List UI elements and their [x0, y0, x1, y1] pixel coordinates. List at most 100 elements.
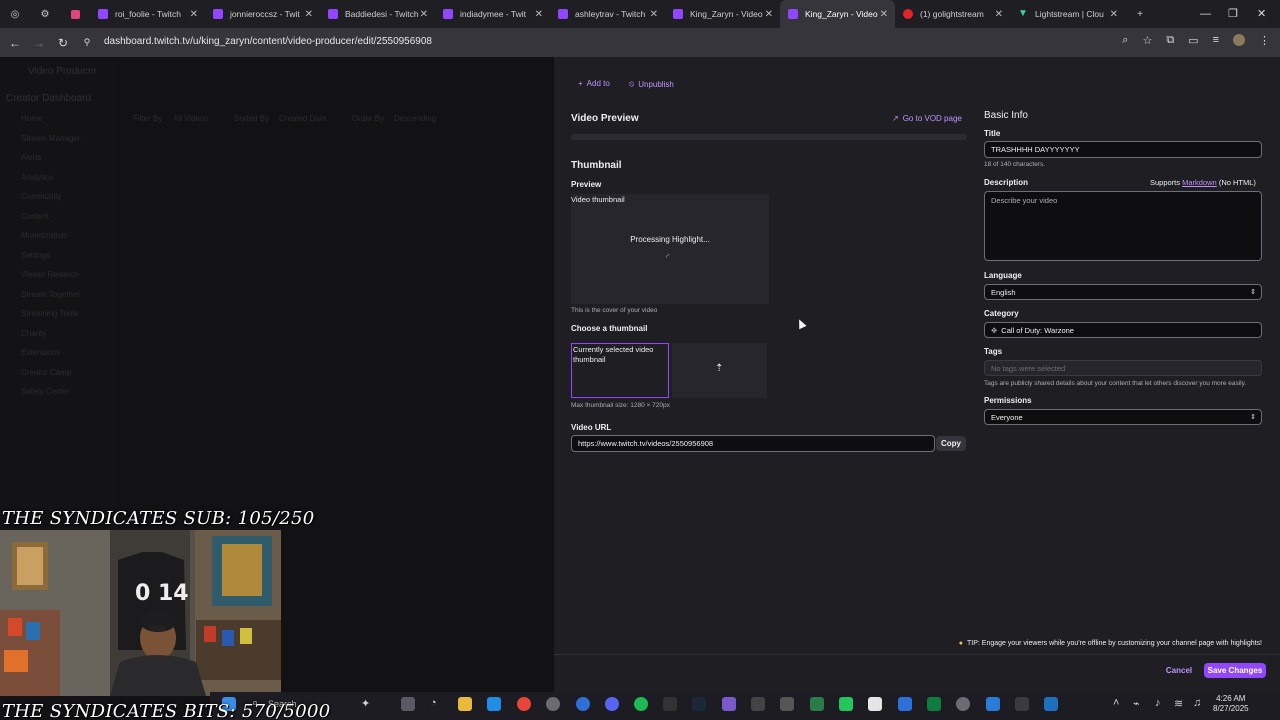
file-explorer-icon[interactable]: [458, 697, 472, 711]
app-icon[interactable]: [663, 697, 677, 711]
browser-tab[interactable]: (1) golightstream ✕: [895, 0, 1010, 28]
markdown-link[interactable]: Markdown: [1182, 178, 1217, 187]
video-url-field[interactable]: https://www.twitch.tv/videos/2550956908: [571, 435, 935, 452]
close-tab-icon[interactable]: ✕: [420, 9, 428, 20]
browser-tab[interactable]: jonnieroccsz - Twit ✕: [205, 0, 320, 28]
app-icon[interactable]: [868, 697, 882, 711]
app-icon[interactable]: [1015, 697, 1029, 711]
pinned-tab[interactable]: [60, 0, 90, 28]
browser-tab[interactable]: King_Zaryn - Video ✕: [665, 0, 780, 28]
browser-tab[interactable]: King_Zaryn - Video ✕: [780, 0, 895, 28]
close-tab-icon[interactable]: ✕: [305, 9, 313, 20]
reload-button[interactable]: ↻: [51, 36, 75, 50]
close-tab-icon[interactable]: ✕: [765, 9, 773, 20]
wifi-icon[interactable]: ≋: [1174, 697, 1183, 710]
spotify-icon[interactable]: [634, 697, 648, 711]
thumbnail-preview: Video thumbnail Processing Highlight... …: [571, 194, 769, 304]
store-icon[interactable]: [487, 697, 501, 711]
controller-icon[interactable]: [722, 697, 736, 711]
video-url-label: Video URL: [571, 423, 612, 432]
browser-tab[interactable]: Baddiedesi - Twitch ✕: [320, 0, 435, 28]
chatgpt-tab[interactable]: ◎: [0, 0, 30, 28]
zoom-icon[interactable]: ⌕: [1122, 34, 1128, 47]
url-field[interactable]: dashboard.twitch.tv/u/king_zaryn/content…: [104, 36, 432, 47]
site-info-icon[interactable]: ⚲: [75, 37, 99, 48]
permissions-select[interactable]: Everyone ⇕: [984, 409, 1262, 425]
minimize-button[interactable]: —: [1200, 0, 1211, 28]
clock-time: 4:26 AM: [1216, 694, 1246, 703]
volume-icon[interactable]: ♫: [1193, 697, 1201, 709]
app-icon[interactable]: [1044, 697, 1058, 711]
copy-url-button[interactable]: Copy: [936, 436, 966, 451]
forward-button[interactable]: →: [27, 36, 51, 50]
cast-icon[interactable]: ▭: [1188, 34, 1198, 47]
sub-goal-overlay: THE SYNDICATES SUB: 105/250: [2, 508, 315, 529]
messenger-icon[interactable]: [576, 697, 590, 711]
maximize-button[interactable]: ❐: [1228, 0, 1238, 28]
add-to-button[interactable]: + Add to: [578, 79, 610, 88]
browser-tab[interactable]: indiadymee - Twit ✕: [435, 0, 550, 28]
close-window-button[interactable]: ✕: [1257, 0, 1266, 28]
app-icon[interactable]: [546, 697, 560, 711]
cancel-button[interactable]: Cancel: [1162, 663, 1196, 678]
speedometer-icon[interactable]: ◔: [430, 697, 437, 709]
arrow-up-right-icon: ↗: [892, 114, 899, 123]
reading-list-icon[interactable]: ≡: [1213, 34, 1219, 47]
new-tab-button[interactable]: +: [1125, 0, 1155, 28]
notes-icon[interactable]: [898, 697, 912, 711]
description-label: Description: [984, 178, 1029, 187]
settings-tab[interactable]: ⚙: [30, 0, 60, 28]
task-view-icon[interactable]: [401, 697, 415, 711]
browser-tab[interactable]: ▼ Lightstream | Clou ✕: [1010, 0, 1125, 28]
close-tab-icon[interactable]: ✕: [650, 9, 658, 20]
tags-input[interactable]: No tags were selected: [984, 360, 1262, 376]
vscode-icon[interactable]: [986, 697, 1000, 711]
upload-icon: ⇡: [715, 363, 724, 374]
play-icon[interactable]: [839, 697, 853, 711]
excel-icon[interactable]: [927, 697, 941, 711]
close-tab-icon[interactable]: ✕: [995, 9, 1003, 20]
gamepad-icon: ✥: [991, 325, 998, 335]
selected-thumbnail-option[interactable]: Currently selected video thumbnail: [571, 343, 669, 398]
max-thumbnail-size: Max thumbnail size: 1280 × 720px: [571, 402, 670, 409]
save-changes-button[interactable]: Save Changes: [1204, 663, 1266, 678]
upload-thumbnail-button[interactable]: ⇡: [672, 343, 767, 398]
close-tab-icon[interactable]: ✕: [535, 9, 543, 20]
browser-tab[interactable]: roi_foolie - Twitch ✕: [90, 0, 205, 28]
close-tab-icon[interactable]: ✕: [880, 9, 888, 20]
chrome-icon[interactable]: [517, 697, 531, 711]
close-tab-icon[interactable]: ✕: [190, 9, 198, 20]
language-select[interactable]: English ⇕: [984, 284, 1262, 300]
cover-note: This is the cover of your video: [571, 307, 658, 314]
twitch-icon: [673, 9, 683, 19]
unpublish-button[interactable]: ⦸ Unpublish: [629, 79, 674, 89]
dimmed-sidebar-item: Stream Together: [21, 289, 80, 299]
copilot-icon[interactable]: ✦: [361, 697, 370, 710]
discord-icon[interactable]: [605, 697, 619, 711]
description-textarea[interactable]: Describe your video: [984, 191, 1262, 261]
menu-icon[interactable]: ⋮: [1259, 34, 1270, 47]
steam-icon[interactable]: [692, 697, 706, 711]
dimmed-sidebar-item: Safety Center: [21, 387, 70, 396]
category-search-input[interactable]: ✥ Call of Duty: Warzone: [984, 322, 1262, 338]
app-icon[interactable]: [751, 697, 765, 711]
twitch-icon: [788, 9, 798, 19]
browser-tab[interactable]: ashleytrav - Twitch ✕: [550, 0, 665, 28]
bookmark-star-icon[interactable]: ☆: [1142, 34, 1152, 47]
back-button[interactable]: ←: [3, 36, 27, 50]
taskbar-clock[interactable]: 4:26 AM 8/27/2025: [1213, 694, 1249, 714]
tab-label: roi_foolie - Twitch: [115, 9, 181, 19]
go-to-vod-link[interactable]: ↗ Go to VOD page: [892, 114, 962, 123]
extensions-icon[interactable]: ⧉: [1166, 34, 1174, 47]
network-icon[interactable]: ⌁: [1133, 697, 1140, 710]
microphone-icon[interactable]: ♪: [1155, 697, 1161, 709]
settings-icon[interactable]: [956, 697, 970, 711]
select-arrows-icon: ⇕: [1250, 414, 1256, 421]
app-icon[interactable]: [780, 697, 794, 711]
close-tab-icon[interactable]: ✕: [1110, 9, 1118, 20]
chevron-up-icon[interactable]: ˄: [1113, 697, 1119, 709]
title-input[interactable]: TRASHHHH DAYYYYYYY: [984, 141, 1262, 158]
app-icon[interactable]: [810, 697, 824, 711]
profile-avatar[interactable]: [1233, 34, 1245, 46]
tags-label: Tags: [984, 347, 1003, 356]
